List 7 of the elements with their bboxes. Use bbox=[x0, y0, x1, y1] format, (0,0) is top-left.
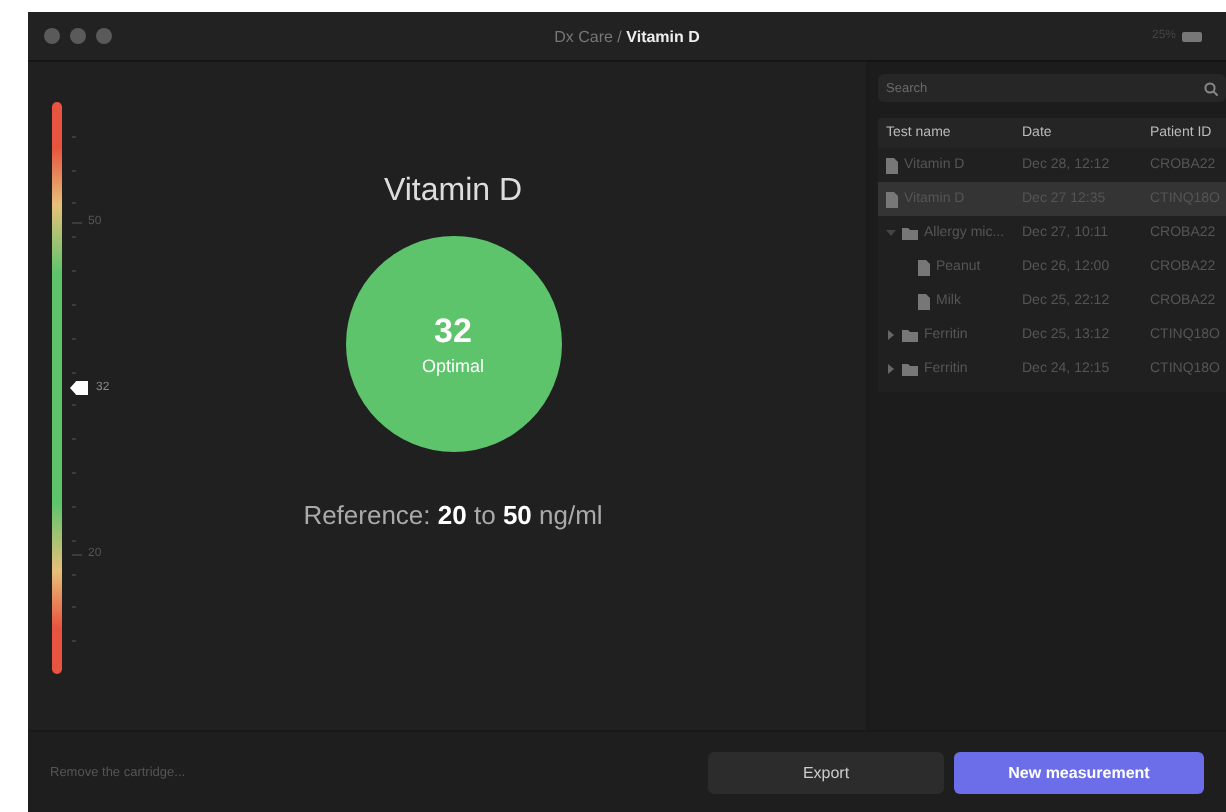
reference-range: Reference: 20 to 50 ng/ml bbox=[303, 500, 603, 530]
test-title: Vitamin D bbox=[383, 174, 523, 210]
window-title: Dx Care / Vitamin D bbox=[554, 27, 700, 45]
result-value: 32 bbox=[434, 312, 472, 352]
result-status: Optimal bbox=[421, 356, 484, 376]
secondary-button[interactable]: Export bbox=[708, 751, 944, 793]
primary-button[interactable]: New measurement bbox=[954, 751, 1204, 793]
